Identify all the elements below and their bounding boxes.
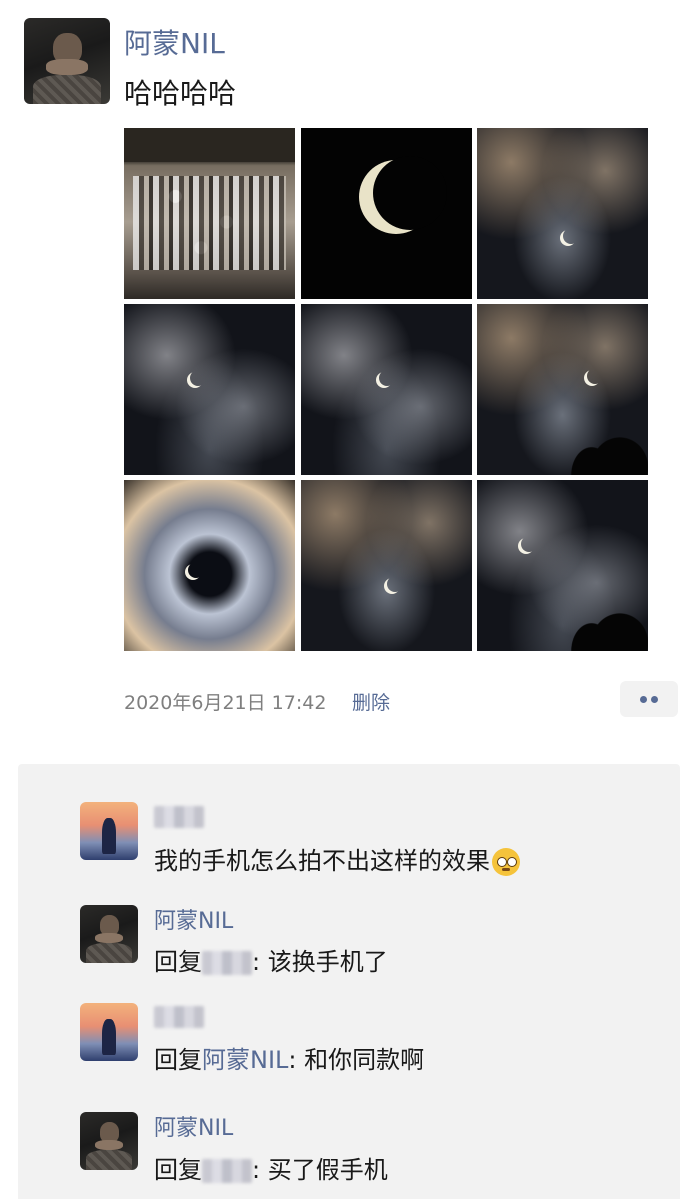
comment-author-redacted[interactable] — [154, 804, 204, 829]
reply-prefix: 回复 — [154, 948, 202, 976]
comment-body: 我的手机怎么拍不出这样的效果 — [154, 847, 490, 875]
avatar-hands — [95, 932, 123, 944]
photo-3[interactable] — [477, 128, 648, 299]
comment-text: 我的手机怎么拍不出这样的效果 — [154, 841, 520, 876]
tree-silhouette — [553, 398, 648, 475]
more-button[interactable] — [620, 681, 678, 717]
post-author-avatar[interactable] — [24, 18, 110, 104]
pleading-face-emoji — [492, 848, 520, 876]
tree-silhouette — [553, 574, 648, 651]
comment-body: : 和你同款啊 — [288, 1046, 425, 1074]
reply-prefix: 回复 — [154, 1156, 202, 1184]
post-text: 哈哈哈哈 — [124, 77, 237, 110]
photo-roof — [124, 128, 295, 163]
moon-shadow — [373, 156, 447, 230]
commenter-avatar[interactable] — [80, 1003, 138, 1061]
commenter-avatar[interactable] — [80, 1112, 138, 1170]
more-dots-icon — [651, 696, 658, 703]
avatar-hands — [95, 1139, 123, 1151]
photo-4[interactable] — [124, 304, 295, 475]
reply-to-link[interactable]: 阿蒙NIL — [202, 1046, 288, 1074]
eclipse-crescent — [587, 368, 603, 384]
photo-5[interactable] — [301, 304, 472, 475]
eclipse-crescent — [379, 370, 395, 386]
photo-grid — [124, 128, 650, 651]
commenter-avatar[interactable] — [80, 802, 138, 860]
comment-body: : 该换手机了 — [252, 948, 388, 976]
eclipse-crescent — [521, 536, 537, 552]
comment-author[interactable]: 阿蒙NIL — [154, 1110, 233, 1142]
eclipse-crescent — [190, 370, 206, 386]
eclipse-crescent — [188, 562, 204, 578]
photo-8[interactable] — [301, 480, 472, 651]
avatar-figure — [102, 818, 116, 855]
commenter-avatar[interactable] — [80, 905, 138, 963]
avatar-figure — [102, 1019, 116, 1056]
more-dots-icon — [640, 696, 647, 703]
comment-body: : 买了假手机 — [252, 1156, 388, 1184]
redacted-name[interactable] — [202, 951, 252, 975]
avatar-shirt — [32, 74, 102, 104]
photo-crowd — [132, 175, 287, 270]
comment-text: 回复阿蒙NIL: 和你同款啊 — [154, 1040, 424, 1075]
reply-prefix: 回复 — [154, 1046, 202, 1074]
avatar-shirt — [85, 1150, 133, 1170]
photo-6[interactable] — [477, 304, 648, 475]
eclipse-crescent — [563, 228, 579, 244]
redacted-name[interactable] — [202, 1159, 252, 1183]
redacted-name — [154, 1006, 204, 1028]
comment-author-redacted[interactable] — [154, 1004, 204, 1029]
photo-2[interactable] — [301, 128, 472, 299]
avatar-hands — [46, 59, 88, 75]
avatar-shirt — [85, 943, 133, 963]
delete-button[interactable]: 删除 — [352, 688, 390, 715]
photo-1[interactable] — [124, 128, 295, 299]
redacted-name — [154, 806, 204, 828]
photo-7[interactable] — [124, 480, 295, 651]
photo-9[interactable] — [477, 480, 648, 651]
comment-author[interactable]: 阿蒙NIL — [154, 903, 233, 935]
eclipse-crescent — [387, 576, 403, 592]
post-timestamp: 2020年6月21日 17:42 — [124, 692, 327, 714]
comment-text: 回复 : 买了假手机 — [154, 1150, 388, 1185]
comment-text: 回复 : 该换手机了 — [154, 942, 388, 977]
post-author-name[interactable]: 阿蒙NIL — [124, 22, 225, 62]
